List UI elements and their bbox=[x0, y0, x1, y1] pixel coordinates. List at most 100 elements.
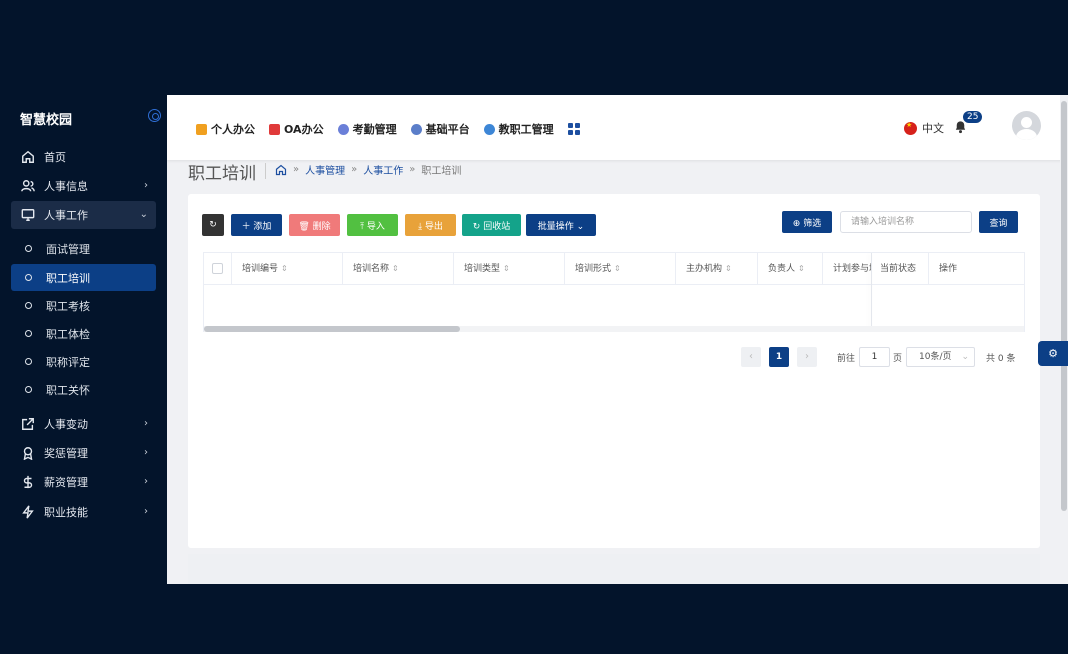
sidebar-item-label: 首页 bbox=[44, 151, 66, 164]
topnav-label: 考勤管理 bbox=[352, 123, 397, 136]
next-page-button[interactable]: › bbox=[797, 347, 817, 367]
column-header[interactable]: 培训编号 ⇕ bbox=[232, 253, 343, 285]
total-count: 共 0 条 bbox=[986, 353, 1016, 364]
fixed-column-divider bbox=[871, 253, 872, 331]
topnav-label: 个人办公 bbox=[211, 123, 255, 136]
staff-icon bbox=[483, 123, 495, 135]
topnav-staff-management[interactable]: 教职工管理 bbox=[483, 121, 554, 137]
sidebar-subitem-label: 职工体检 bbox=[46, 327, 90, 341]
sort-icon: ⇕ bbox=[281, 264, 288, 273]
page-title: 职工培训 bbox=[188, 164, 256, 184]
page-size-label: 10条/页 bbox=[919, 352, 952, 362]
sidebar-subitem-title-evaluation[interactable]: 职称评定 bbox=[11, 348, 156, 375]
column-header[interactable]: 计划参与培 bbox=[823, 253, 872, 285]
refresh-button[interactable]: ↻ bbox=[202, 214, 224, 236]
bag-icon bbox=[269, 123, 280, 135]
breadcrumb-separator: » bbox=[409, 164, 416, 175]
topnav-personal-office[interactable]: 个人办公 bbox=[196, 121, 255, 137]
topnav-label: OA办公 bbox=[284, 123, 324, 136]
filter-button[interactable]: ⊕ 筛选 bbox=[782, 211, 832, 233]
recycle-bin-button[interactable]: ↻ 回收站 bbox=[462, 214, 521, 236]
sort-icon: ⇕ bbox=[392, 264, 399, 273]
avatar[interactable] bbox=[1012, 111, 1041, 140]
sidebar-item-label: 职业技能 bbox=[44, 506, 88, 519]
export-button[interactable]: ⤓ 导出 bbox=[405, 214, 456, 236]
topnav-basic-platform[interactable]: 基础平台 bbox=[410, 121, 470, 137]
prev-page-button[interactable]: ‹ bbox=[741, 347, 761, 367]
sidebar-item-label: 人事变动 bbox=[44, 418, 88, 431]
monitor-icon bbox=[21, 208, 35, 222]
search-input[interactable]: 请输入培训名称 bbox=[840, 211, 972, 233]
column-header[interactable]: 培训形式 ⇕ bbox=[565, 253, 676, 285]
horizontal-scrollbar[interactable] bbox=[204, 326, 460, 332]
lightning-icon bbox=[21, 505, 35, 519]
training-table: 培训编号⇕ 培训名称⇕ 培训类型⇕ 培训形式⇕ 主办机构⇕ 负责人⇕ 计划参与培… bbox=[203, 252, 1025, 332]
language-switcher[interactable]: 中文 bbox=[904, 120, 944, 136]
column-header: 当前状态 bbox=[872, 253, 929, 285]
sort-icon: ⇕ bbox=[798, 264, 805, 273]
home-icon bbox=[21, 150, 35, 164]
vertical-scrollbar[interactable] bbox=[1061, 101, 1067, 511]
sidebar: 智慧校园 首页 人事信息 › 人事工作 ⌄ 面试管理 职工培训 职工考核 职工体… bbox=[0, 95, 167, 584]
vertical-scrollbar-track[interactable] bbox=[1060, 95, 1068, 584]
page-size-select[interactable]: 10条/页 ⌄ bbox=[906, 347, 975, 367]
circle-icon bbox=[25, 386, 32, 393]
chevron-right-icon: › bbox=[144, 476, 148, 487]
page-1-button[interactable]: 1 bbox=[769, 347, 789, 367]
breadcrumb-personnel-management[interactable]: 人事管理 bbox=[305, 162, 345, 177]
sidebar-subitem-checkup[interactable]: 职工体检 bbox=[11, 320, 156, 347]
breadcrumb-personnel-work[interactable]: 人事工作 bbox=[363, 162, 403, 177]
sidebar-subitem-label: 职称评定 bbox=[46, 355, 90, 369]
breadcrumb: » 人事管理 » 人事工作 » 职工培训 bbox=[275, 162, 461, 177]
chevron-right-icon: › bbox=[144, 447, 148, 458]
circle-icon bbox=[25, 358, 32, 365]
sidebar-subitem-training[interactable]: 职工培训 bbox=[11, 264, 156, 291]
add-button[interactable]: ＋ 添加 bbox=[231, 214, 282, 236]
chevron-right-icon: › bbox=[144, 418, 148, 429]
sidebar-subitem-label: 面试管理 bbox=[46, 242, 90, 256]
main-content: 个人办公 OA办公 考勤管理 基础平台 教职工管理 ★ 中文 25 职工培训 »… bbox=[167, 95, 1068, 584]
sidebar-subitem-assessment[interactable]: 职工考核 bbox=[11, 292, 156, 319]
sidebar-item-rewards[interactable]: 奖惩管理 › bbox=[11, 439, 156, 467]
goto-page-input[interactable]: 1 bbox=[859, 347, 890, 367]
sidebar-item-skills[interactable]: 职业技能 › bbox=[11, 498, 156, 526]
apps-grid-button[interactable] bbox=[567, 123, 580, 135]
sort-icon: ⇕ bbox=[614, 264, 621, 273]
column-header: 操作 bbox=[939, 264, 958, 274]
sidebar-item-label: 人事信息 bbox=[44, 180, 88, 193]
circle-icon bbox=[25, 330, 32, 337]
goto-prefix: 前往 bbox=[837, 353, 856, 364]
column-header[interactable]: 主办机构 ⇕ bbox=[676, 253, 758, 285]
column-header[interactable]: 培训类型 ⇕ bbox=[454, 253, 565, 285]
content-card: ↻ ＋ 添加 🗑 删除 ⤒ 导入 ⤓ 导出 ↻ 回收站 批量操作 ⌄ ⊕ 筛选 … bbox=[188, 194, 1040, 548]
query-button[interactable]: 查询 bbox=[979, 211, 1018, 233]
import-button[interactable]: ⤒ 导入 bbox=[347, 214, 398, 236]
sidebar-item-home[interactable]: 首页 bbox=[11, 143, 156, 171]
briefcase-icon bbox=[196, 123, 207, 135]
circle-icon bbox=[25, 245, 32, 252]
sidebar-item-personnel-change[interactable]: 人事变动 › bbox=[11, 410, 156, 438]
collapse-sidebar-icon[interactable] bbox=[148, 109, 161, 122]
breadcrumb-current: 职工培训 bbox=[421, 166, 462, 177]
award-icon bbox=[21, 446, 35, 460]
chevron-right-icon: › bbox=[144, 506, 148, 517]
sidebar-item-personnel-info[interactable]: 人事信息 › bbox=[11, 172, 156, 200]
sidebar-item-personnel-work[interactable]: 人事工作 ⌄ bbox=[11, 201, 156, 229]
topnav-attendance[interactable]: 考勤管理 bbox=[337, 121, 397, 137]
title-divider bbox=[265, 163, 266, 179]
column-header[interactable]: 培训名称 ⇕ bbox=[343, 253, 454, 285]
sidebar-subitem-label: 职工关怀 bbox=[46, 383, 90, 397]
home-icon[interactable] bbox=[275, 164, 287, 176]
select-all-checkbox[interactable] bbox=[212, 263, 223, 274]
batch-operations-dropdown[interactable]: 批量操作 ⌄ bbox=[526, 214, 596, 236]
column-header[interactable]: 负责人 ⇕ bbox=[758, 253, 823, 285]
settings-gear-icon[interactable]: ⚙ bbox=[1038, 341, 1068, 366]
sidebar-item-salary[interactable]: 薪资管理 › bbox=[11, 468, 156, 496]
delete-button[interactable]: 🗑 删除 bbox=[289, 214, 340, 236]
sidebar-subitem-care[interactable]: 职工关怀 bbox=[11, 376, 156, 403]
table-header: 培训编号⇕ 培训名称⇕ 培训类型⇕ 培训形式⇕ 主办机构⇕ 负责人⇕ 计划参与培… bbox=[204, 253, 1024, 285]
sidebar-subitem-interview[interactable]: 面试管理 bbox=[11, 235, 156, 262]
circle-icon bbox=[25, 274, 32, 281]
topnav-oa-office[interactable]: OA办公 bbox=[269, 121, 324, 137]
sidebar-subitem-label: 职工考核 bbox=[46, 299, 90, 313]
